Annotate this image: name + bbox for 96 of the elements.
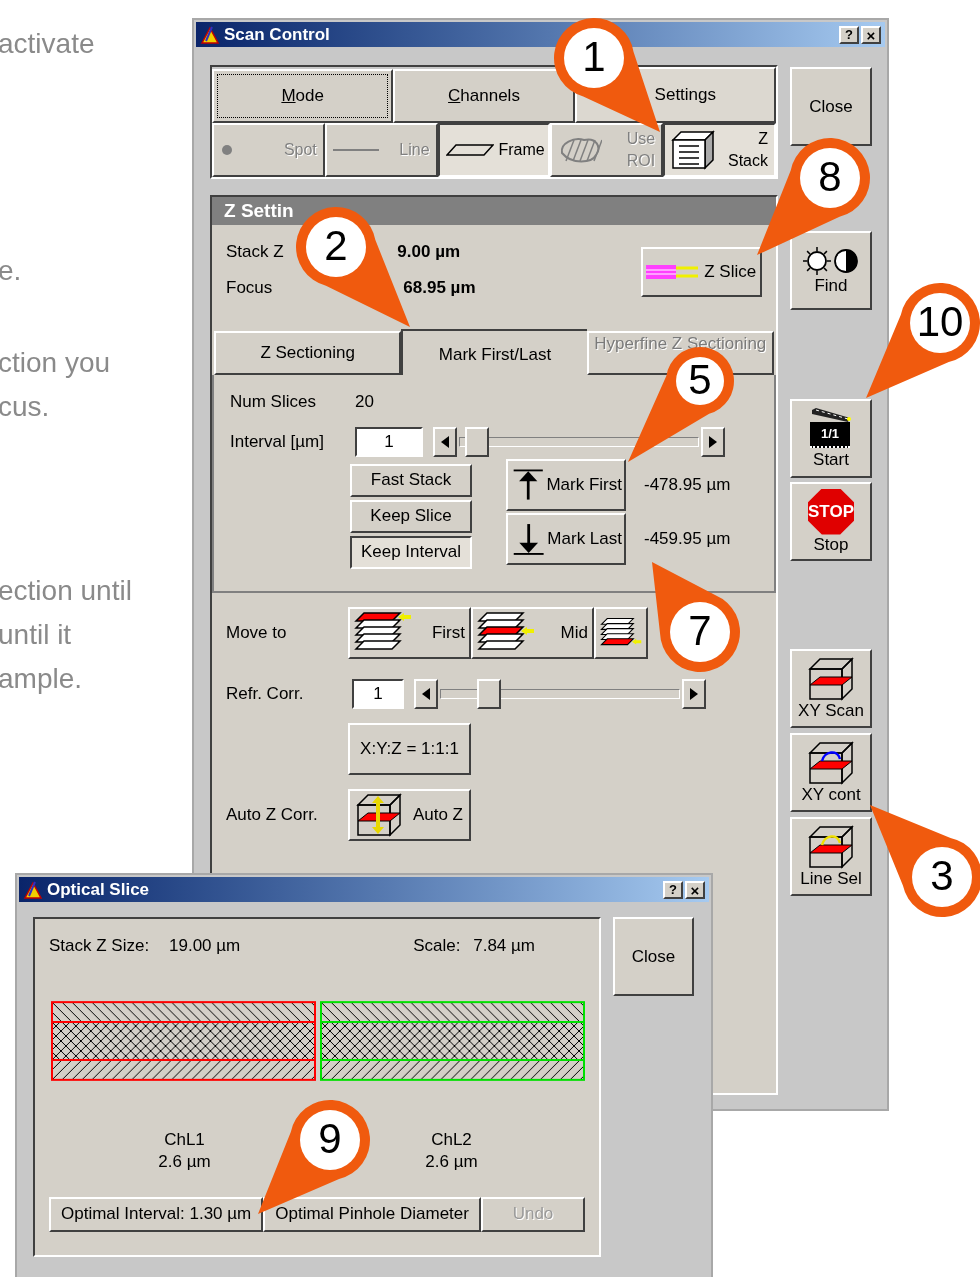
side-button[interactable]: Line Sel xyxy=(790,817,872,896)
close-button[interactable]: Close xyxy=(613,917,694,996)
dot-icon xyxy=(220,143,234,157)
stack-size-value: 19.00 µm xyxy=(169,935,241,957)
auto-z-button[interactable]: Auto Z xyxy=(348,789,471,841)
stack-value: 9.00 µm xyxy=(397,241,462,263)
scroll-left-button[interactable] xyxy=(433,426,457,457)
line-icon xyxy=(332,147,379,153)
tab[interactable]: Mode xyxy=(212,69,394,123)
refr-corr-label: Refr. Corr. xyxy=(226,683,305,706)
cube-plane-icon xyxy=(808,656,854,701)
window-title: Scan Control xyxy=(224,23,330,46)
ratio-button[interactable]: X:Y:Z = 1:1:1 xyxy=(348,723,471,775)
tool-button[interactable]: Frame xyxy=(437,123,551,177)
channel-value: 2.6 µm xyxy=(158,1150,211,1173)
window-title: Optical Slice xyxy=(47,878,150,901)
interval-label: Interval [µm] xyxy=(230,430,325,453)
callout-number: 9 xyxy=(317,1118,343,1160)
close-button[interactable]: × xyxy=(685,880,705,899)
scroll-left-button[interactable] xyxy=(414,679,438,709)
slider-thumb[interactable] xyxy=(476,679,501,709)
cube-plane-arrow-icon xyxy=(808,740,854,785)
side-button[interactable]: 1/1 Start xyxy=(790,399,872,478)
scroll-right-button[interactable] xyxy=(682,679,706,709)
cube-stack-icon xyxy=(671,130,716,170)
callout-number: 2 xyxy=(323,225,349,267)
panel-header: Z Settin xyxy=(212,197,776,225)
right-arrow-icon xyxy=(709,435,717,448)
document-text: ample. xyxy=(0,662,84,696)
sub-tab[interactable]: Z Sectioning xyxy=(214,331,402,375)
callout-number: 8 xyxy=(817,156,843,198)
channel-name: ChL2 xyxy=(431,1128,472,1151)
mark-value: -459.95 µm xyxy=(644,527,731,550)
callout-number: 3 xyxy=(929,855,955,897)
scroll-right-button[interactable] xyxy=(701,426,725,457)
app-icon xyxy=(23,879,43,900)
side-button[interactable]: Find xyxy=(790,231,872,310)
right-arrow-icon xyxy=(690,688,698,700)
callout-number: 7 xyxy=(687,610,713,652)
channel-value: 2.6 µm xyxy=(425,1150,478,1173)
hatched-blob-icon xyxy=(558,135,603,165)
slice-bars-icon xyxy=(646,264,699,280)
side-button[interactable]: Close xyxy=(790,67,872,146)
mark-value: -478.95 µm xyxy=(644,473,731,496)
scale-value: 7.84 µm xyxy=(473,935,535,957)
side-button[interactable]: STOP Stop xyxy=(790,482,872,561)
scale-label: Scale: xyxy=(413,935,462,957)
left-arrow-icon xyxy=(422,688,430,700)
move-to-label: Move to xyxy=(226,622,288,645)
app-icon xyxy=(200,24,220,45)
close-button[interactable]: × xyxy=(861,25,881,44)
interval-field[interactable]: 1 xyxy=(355,426,423,457)
callout-number: 5 xyxy=(687,359,713,401)
document-text: activate xyxy=(0,27,96,61)
document-text: e. xyxy=(0,254,23,288)
option-button[interactable]: Keep Interval xyxy=(350,535,472,569)
cube-plane-arc-icon xyxy=(808,824,854,869)
document-text: ection until xyxy=(0,574,133,608)
document-text: until it xyxy=(0,618,73,652)
side-button[interactable]: XY cont xyxy=(790,733,872,812)
tool-button[interactable]: Z Stack xyxy=(663,123,776,177)
stack-label: Stack Z xyxy=(226,241,284,263)
mark-button[interactable]: Mark First xyxy=(506,458,626,511)
side-button[interactable]: XY Scan xyxy=(790,649,872,728)
move-button[interactable]: First xyxy=(348,607,471,659)
document-text: ction you xyxy=(0,346,112,380)
help-button[interactable]: ? xyxy=(839,25,859,44)
document-text: cus. xyxy=(0,390,51,424)
sun-contrast-icon xyxy=(802,245,860,276)
focus-value: 68.95 µm xyxy=(403,276,477,299)
mark-button[interactable]: Mark Last xyxy=(506,512,626,565)
num-slices-label: Num Slices xyxy=(230,391,317,413)
auto-z-label: Auto Z Corr. xyxy=(226,804,319,827)
cube-arrows-icon xyxy=(356,793,402,837)
move-button[interactable] xyxy=(594,607,648,659)
left-arrow-icon xyxy=(441,435,449,448)
z-slice-button[interactable]: Z Slice xyxy=(640,247,762,297)
focus-label: Focus xyxy=(226,276,273,299)
num-slices-value: 20 xyxy=(355,391,374,413)
callout-number: 10 xyxy=(915,301,965,343)
action-button[interactable]: Optimal Pinhole Diameter xyxy=(263,1196,481,1232)
help-button[interactable]: ? xyxy=(663,880,683,899)
option-button[interactable]: Keep Slice xyxy=(350,499,472,533)
sub-tab[interactable]: Mark First/Last xyxy=(401,329,587,375)
stop-sign-icon: STOP xyxy=(808,488,854,535)
slider-track[interactable] xyxy=(440,679,680,709)
action-button[interactable]: Optimal Interval: 1.30 µm xyxy=(49,1196,264,1232)
option-button[interactable]: Fast Stack xyxy=(350,463,472,497)
channel-name: ChL1 xyxy=(164,1128,205,1151)
parallelogram-icon xyxy=(445,144,494,156)
slider-thumb[interactable] xyxy=(465,426,490,457)
refr-corr-field[interactable]: 1 xyxy=(352,679,404,709)
tab[interactable]: Channels xyxy=(393,69,575,123)
slider-track[interactable] xyxy=(459,426,699,457)
move-button[interactable]: Mid xyxy=(471,607,594,659)
stack-size-label: Stack Z Size: xyxy=(49,935,151,957)
